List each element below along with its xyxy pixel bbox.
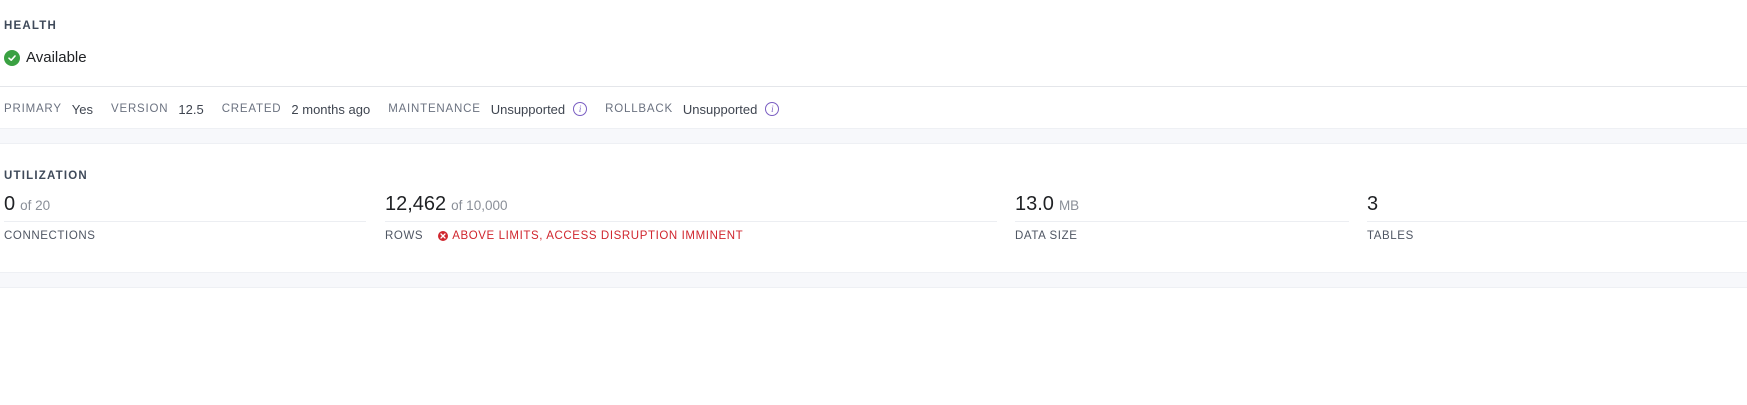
- data-size-label: DATA SIZE: [1015, 230, 1078, 242]
- rows-metric: 12,462 of 10,000 ROWS ABOVE LIMITS, ACCE…: [385, 193, 997, 243]
- tables-metric: 3 TABLES: [1367, 193, 1747, 243]
- connections-value: 0: [4, 193, 16, 215]
- section-separator: [0, 128, 1747, 144]
- data-size-value: 13.0: [1015, 193, 1054, 215]
- version-label: VERSION: [111, 103, 169, 115]
- rollback-value: Unsupported: [682, 101, 758, 117]
- version-value: 12.5: [178, 101, 204, 117]
- x-circle-icon: [438, 231, 449, 241]
- rollback-info-icon[interactable]: i: [765, 102, 780, 116]
- section-separator: [0, 272, 1747, 288]
- divider: [0, 86, 1747, 87]
- check-circle-icon: [4, 49, 20, 66]
- connections-metric: 0 of 20 CONNECTIONS: [4, 193, 366, 243]
- created-label: CREATED: [221, 103, 282, 115]
- data-size-unit: MB: [1058, 198, 1080, 213]
- primary-label: PRIMARY: [4, 103, 62, 115]
- data-size-metric: 13.0 MB DATA SIZE: [1015, 193, 1349, 243]
- rows-label: ROWS: [385, 230, 424, 242]
- connections-label: CONNECTIONS: [4, 230, 96, 242]
- health-section-title: HEALTH: [4, 20, 57, 32]
- database-overview: HEALTH Available PRIMARY Yes VERSION 12.…: [0, 0, 1747, 405]
- rollback-label: ROLLBACK: [605, 103, 673, 115]
- maintenance-value: Unsupported: [490, 101, 566, 117]
- tables-value: 3: [1367, 193, 1379, 215]
- connections-limit: of 20: [20, 198, 51, 213]
- primary-value: Yes: [71, 101, 94, 117]
- rows-limit: of 10,000: [451, 198, 508, 213]
- health-status: Available: [4, 49, 87, 66]
- tables-label: TABLES: [1367, 230, 1414, 242]
- utilization-section-title: UTILIZATION: [4, 170, 88, 182]
- database-meta-row: PRIMARY Yes VERSION 12.5 CREATED 2 month…: [4, 100, 797, 118]
- rows-value: 12,462: [385, 193, 447, 215]
- maintenance-label: MAINTENANCE: [388, 103, 481, 115]
- rows-warning: ABOVE LIMITS, ACCESS DISRUPTION IMMINENT: [438, 230, 743, 242]
- health-status-text: Available: [26, 49, 87, 66]
- maintenance-info-icon[interactable]: i: [573, 102, 588, 116]
- rows-warning-text: ABOVE LIMITS, ACCESS DISRUPTION IMMINENT: [452, 230, 744, 242]
- created-value: 2 months ago: [291, 101, 371, 117]
